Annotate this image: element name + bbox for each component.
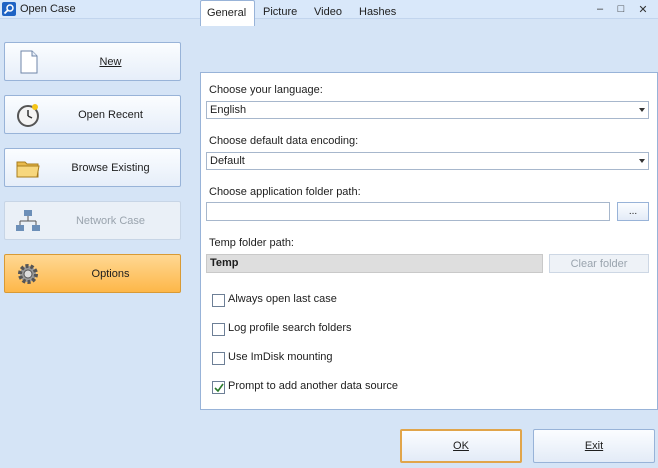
tab-hashes[interactable]: Hashes bbox=[359, 0, 396, 25]
app-folder-input[interactable] bbox=[206, 202, 610, 221]
open-recent-button[interactable]: Open Recent bbox=[4, 95, 181, 134]
checkbox-label: Prompt to add another data source bbox=[228, 380, 398, 392]
folder-icon bbox=[15, 155, 41, 181]
temp-folder-value: Temp bbox=[210, 257, 239, 269]
tab-video[interactable]: Video bbox=[314, 0, 342, 25]
browse-folder-button[interactable]: ... bbox=[617, 202, 649, 221]
document-icon bbox=[15, 49, 41, 75]
encoding-value: Default bbox=[210, 155, 245, 167]
tab-general[interactable]: General bbox=[200, 0, 255, 26]
browse-existing-button[interactable]: Browse Existing bbox=[4, 148, 181, 187]
tab-picture[interactable]: Picture bbox=[263, 0, 297, 25]
checkbox-label: Use ImDisk mounting bbox=[228, 351, 333, 363]
new-case-label: New bbox=[99, 55, 122, 68]
encoding-label: Choose default data encoding: bbox=[209, 135, 359, 147]
dropdown-arrow-icon bbox=[639, 159, 645, 163]
clear-folder-button[interactable]: Clear folder bbox=[549, 254, 649, 273]
options-button[interactable]: Options bbox=[4, 254, 181, 293]
maximize-button[interactable]: □ bbox=[611, 0, 631, 18]
open-recent-label: Open Recent bbox=[78, 108, 143, 121]
clock-icon bbox=[15, 102, 41, 128]
language-value: English bbox=[210, 104, 247, 116]
new-case-button[interactable]: New bbox=[4, 42, 181, 81]
checkbox-label: Log profile search folders bbox=[228, 322, 352, 334]
options-label: Options bbox=[91, 267, 130, 280]
checkmark-icon bbox=[214, 383, 224, 393]
exit-button[interactable]: Exit bbox=[533, 429, 655, 463]
checkbox-checked[interactable] bbox=[212, 381, 225, 394]
encoding-dropdown[interactable]: Default bbox=[206, 152, 649, 170]
checkbox-label: Always open last case bbox=[228, 293, 337, 305]
language-dropdown[interactable]: English bbox=[206, 101, 649, 119]
language-label: Choose your language: bbox=[209, 84, 323, 96]
app-magnifier-icon bbox=[2, 2, 16, 16]
network-case-label: Network Case bbox=[75, 214, 146, 227]
window-title: Open Case bbox=[20, 3, 76, 15]
dropdown-arrow-icon bbox=[639, 108, 645, 112]
temp-folder-field: Temp bbox=[206, 254, 543, 273]
checkbox[interactable] bbox=[212, 323, 225, 336]
exit-label: Exit bbox=[584, 440, 604, 452]
ok-label: OK bbox=[453, 440, 469, 452]
close-button[interactable]: ✕ bbox=[633, 0, 653, 18]
browse-existing-label: Browse Existing bbox=[71, 161, 150, 174]
temp-folder-label: Temp folder path: bbox=[209, 237, 294, 249]
app-folder-label: Choose application folder path: bbox=[209, 186, 361, 198]
minimize-button[interactable]: – bbox=[590, 0, 610, 18]
network-icon bbox=[15, 208, 41, 234]
ok-button[interactable]: OK bbox=[400, 429, 522, 463]
checkbox[interactable] bbox=[212, 352, 225, 365]
network-case-button[interactable]: Network Case bbox=[4, 201, 181, 240]
gear-icon bbox=[15, 261, 41, 287]
checkbox[interactable] bbox=[212, 294, 225, 307]
